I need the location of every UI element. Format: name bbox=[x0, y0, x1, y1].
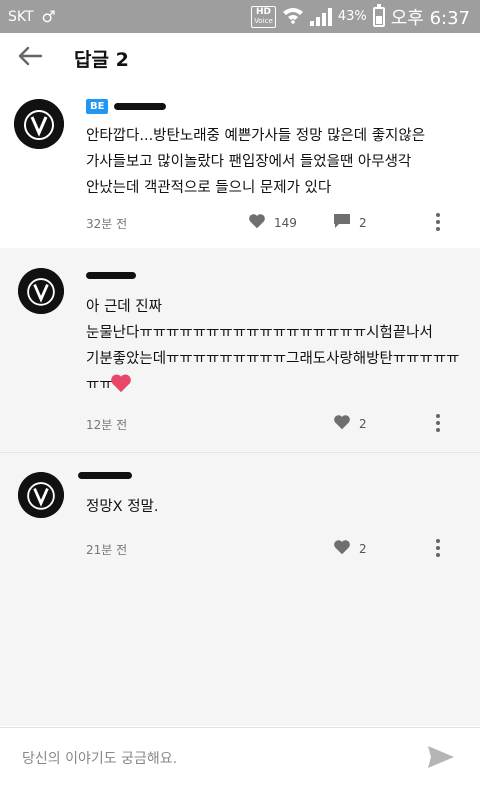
more-options-button[interactable] bbox=[435, 414, 441, 432]
heart-icon bbox=[333, 414, 351, 433]
battery-percent: 43% bbox=[337, 9, 367, 24]
username-redacted[interactable] bbox=[78, 472, 132, 479]
comment-bubble-icon bbox=[333, 213, 351, 232]
user-badge: BE bbox=[86, 99, 109, 114]
clock: 오후 6:37 bbox=[390, 7, 470, 29]
back-button[interactable] bbox=[0, 33, 60, 83]
username-redacted[interactable] bbox=[114, 103, 167, 110]
comment-text: 아 근데 진짜 눈물난다ㅠㅠㅠㅠㅠㅠㅠㅠㅠㅠㅠㅠㅠㅠㅠㅠㅠ시험끝나서 기분좋았는… bbox=[86, 299, 460, 393]
arrow-left-icon bbox=[17, 46, 43, 70]
like-count: 2 bbox=[359, 416, 367, 431]
reply-comment: 정망X 정말. 21분 전 2 bbox=[0, 452, 480, 572]
heart-icon bbox=[333, 539, 351, 558]
send-icon bbox=[427, 745, 455, 773]
carrier-label: SKT bbox=[8, 8, 34, 25]
heart-icon bbox=[248, 213, 266, 232]
reply-count: 2 bbox=[359, 215, 367, 230]
send-button[interactable] bbox=[424, 742, 458, 776]
comment-text: 안타깝다...방탄노래중 예쁜가사들 정망 많은데 좋지않은 가사들보고 많이놀… bbox=[86, 128, 426, 196]
gender-icon: ♂ bbox=[41, 7, 56, 26]
username-redacted[interactable] bbox=[86, 272, 136, 279]
like-button[interactable]: 149 bbox=[248, 213, 297, 232]
app-bar: 답글 2 bbox=[0, 33, 480, 83]
timestamp: 32분 전 bbox=[86, 217, 128, 231]
like-count: 2 bbox=[359, 541, 367, 556]
reply-comment: 아 근데 진짜 눈물난다ㅠㅠㅠㅠㅠㅠㅠㅠㅠㅠㅠㅠㅠㅠㅠㅠㅠ시험끝나서 기분좋았는… bbox=[0, 254, 480, 444]
reply-button[interactable]: 2 bbox=[333, 213, 367, 232]
like-count: 149 bbox=[274, 215, 297, 230]
page-title: 답글 2 bbox=[74, 48, 129, 71]
more-options-button[interactable] bbox=[435, 539, 441, 557]
avatar[interactable] bbox=[14, 99, 64, 149]
timestamp: 21분 전 bbox=[86, 543, 128, 557]
comment-text: 정망X 정말. bbox=[86, 499, 159, 515]
reply-input[interactable] bbox=[22, 751, 424, 767]
main-comment: BE 안타깝다...방탄노래중 예쁜가사들 정망 많은데 좋지않은 가사들보고 … bbox=[0, 83, 480, 248]
hd-voice-icon: HD Voice bbox=[251, 5, 276, 28]
more-options-button[interactable] bbox=[435, 213, 441, 231]
battery-icon bbox=[372, 3, 385, 27]
avatar[interactable] bbox=[18, 268, 64, 314]
signal-icon bbox=[309, 7, 332, 26]
timestamp: 12분 전 bbox=[86, 418, 128, 432]
avatar[interactable] bbox=[18, 472, 64, 518]
reply-input-bar bbox=[0, 727, 480, 790]
heart-emoji-icon bbox=[110, 373, 131, 393]
like-button[interactable]: 2 bbox=[333, 414, 367, 433]
like-button[interactable]: 2 bbox=[333, 539, 367, 558]
status-bar: SKT ♂ HD Voice 43% 오후 6:37 bbox=[0, 0, 480, 33]
wifi-icon bbox=[282, 6, 304, 28]
